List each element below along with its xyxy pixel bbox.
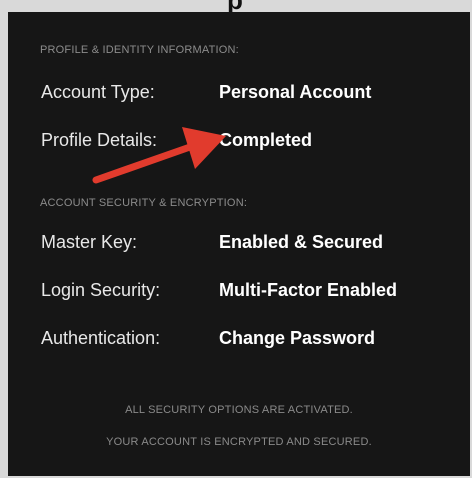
footer-line-2: YOUR ACCOUNT IS ENCRYPTED AND SECURED. — [106, 436, 372, 448]
footer-line-1: ALL SECURITY OPTIONS ARE ACTIVATED. — [125, 404, 353, 416]
login-security-value: Multi-Factor Enabled — [219, 280, 398, 300]
profile-details-value: Completed — [219, 130, 313, 150]
master-key-label: Master Key: — [41, 232, 138, 252]
partial-heading: p — [180, 0, 290, 12]
account-type-value: Personal Account — [219, 82, 372, 102]
security-section-title: ACCOUNT SECURITY & ENCRYPTION: — [40, 197, 248, 209]
screenshot-stage: p PROFILE & IDENTITY INFORMATION: Accoun… — [0, 0, 472, 478]
change-password-link[interactable]: Change Password — [219, 328, 375, 349]
master-key-value: Enabled & Secured — [219, 232, 384, 252]
profile-details-label: Profile Details: — [41, 130, 158, 150]
profile-section-title: PROFILE & IDENTITY INFORMATION: — [40, 44, 239, 56]
account-type-label: Account Type: — [41, 82, 155, 102]
login-security-label: Login Security: — [41, 280, 161, 300]
account-security-panel: PROFILE & IDENTITY INFORMATION: Account … — [8, 12, 470, 476]
authentication-label: Authentication: — [41, 328, 161, 348]
